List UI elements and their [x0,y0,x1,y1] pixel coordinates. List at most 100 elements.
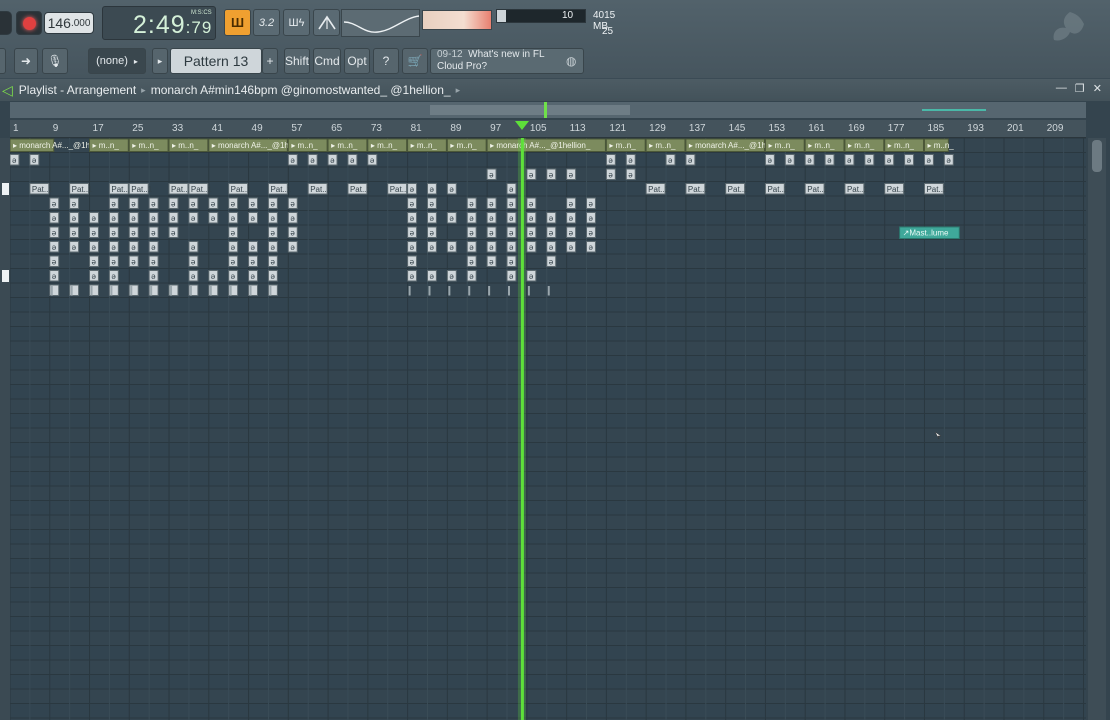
pattern-clip-label: ǝ [509,200,514,209]
pattern-clip-label: Pat..1 [32,185,53,194]
opt-key-button[interactable]: Opt [344,48,370,74]
pattern-clip-label: ǝ [151,229,156,238]
pattern-clip-label: Pat..1 [310,185,331,194]
cpu-meter-fill [497,10,506,22]
note-tick [130,286,133,296]
audio-clip-label: ▸ m..n_ [411,141,438,150]
record-button[interactable] [16,11,42,35]
cart-icon[interactable]: 🛒 [402,48,428,74]
pattern-clip-label: ǝ [469,229,474,238]
record-icon [22,16,36,30]
pattern-clip-label: ǝ [171,200,176,209]
pattern-clip-label: ǝ [549,171,554,180]
pattern-clip-label: ǝ [72,243,77,252]
track-select-marker[interactable] [2,269,9,282]
pattern-clip-label: ǝ [847,156,852,165]
arrangement-overview-scrollbar[interactable] [10,102,1086,118]
forward-arrow-icon[interactable]: ➜ [14,48,38,74]
ruler-tick: 73 [370,123,382,134]
clock-format-label: M:S:CS [191,10,212,16]
ruler-tick: 25 [132,123,144,134]
playlist-icon: ◁ [2,81,13,98]
pattern-clip-label: ǝ [469,258,474,267]
pattern-prev-icon[interactable]: ▸ [152,48,168,74]
ruler-tick: 113 [569,123,586,134]
pattern-clip-label: ǝ [529,272,534,281]
pattern-clip-label: ǝ [270,243,275,252]
tempo-display[interactable]: 146.000 [44,12,94,34]
playlist-titlebar[interactable]: ◁ Playlist - Arrangement ▸ monarch A#min… [0,79,1110,101]
pattern-clip-label: ǝ [410,185,415,194]
timeline-ruler[interactable]: 1 9 17 25 33 41 49 57 65 73 81 89 97 105 113 121 129 137 1… [10,120,1086,138]
pattern-clip-label: ǝ [410,258,415,267]
breadcrumb-arrow-icon: ▸ [455,84,461,95]
microphone-icon[interactable]: 🎙 [42,48,68,74]
close-icon[interactable]: ✕ [1093,82,1102,95]
maximize-icon[interactable]: ❐ [1075,82,1085,95]
help-icon[interactable]: ? [373,48,399,74]
pattern-clip-label: ǝ [569,200,574,209]
ruler-tick: 201 [1007,123,1024,134]
pattern-clip-label: ǝ [231,229,236,238]
pattern-clip-label: ǝ [827,156,832,165]
pattern-clip-label: Pat..1 [767,185,788,194]
pattern-clip-label: ǝ [32,156,37,165]
song-position-clock[interactable]: 2:49:79 M:S:CS [102,6,216,40]
note-tick [488,286,491,296]
pattern-clip-label: ǝ [887,156,892,165]
pattern-clip-label: ǝ [12,156,17,165]
pattern-clip-label: ǝ [270,214,275,223]
tool-wave-button[interactable]: Шϟ [283,9,310,36]
add-pattern-button[interactable]: + [262,48,278,74]
pattern-clip-label: ǝ [111,272,116,281]
ruler-tick: 209 [1046,123,1064,134]
back-button[interactable] [0,48,6,74]
vertical-scroll-thumb[interactable] [1092,140,1102,172]
pattern-clip-label: Pat..1 [231,185,252,194]
pattern-clip-label: ǝ [608,171,613,180]
playhead-line [520,138,524,720]
tool-3-2-button[interactable]: 3.2 [253,9,280,36]
ruler-tick: 65 [331,123,343,134]
note-tick [269,286,272,296]
pattern-clip-label: ǝ [131,214,136,223]
news-date: 09-12 [437,49,463,60]
pattern-clip-label: ǝ [529,243,534,252]
snap-select[interactable]: (none) ▸ [88,48,146,74]
audio-clip-label: ▸ m..n_ [927,141,954,150]
metronome-icon[interactable] [313,9,340,36]
pattern-clip-label: ǝ [251,258,256,267]
shift-key-button[interactable]: Shift [284,48,310,74]
pattern-clip-label: ǝ [171,214,176,223]
pattern-clip-label: ǝ [52,229,57,238]
pattern-clip-label: ǝ [509,214,514,223]
track-select-marker[interactable] [2,182,9,195]
ruler-tick: 161 [808,123,825,134]
pattern-clip-label: ǝ [946,156,951,165]
vertical-scrollbar[interactable] [1088,138,1106,720]
pattern-clip-label: ǝ [628,171,633,180]
globe-icon[interactable]: ◍ [566,54,576,68]
pattern-clip-label: ǝ [509,185,514,194]
pattern-clip-label: ǝ [509,243,514,252]
ruler-tick: 137 [688,123,706,134]
audio-clip-label: ▸ m..n_ [371,141,398,150]
note-tick [90,286,93,296]
playlist-grid[interactable]: ▸ monarch A#..._@1hellion_ ▸ m..n_ ▸ m..n_… [10,138,1086,720]
pattern-clip-label: ǝ [489,243,494,252]
ruler-tick: 41 [211,123,223,134]
news-panel[interactable]: 09-12 What's new in FL Cloud Pro? [430,48,584,74]
cmd-key-button[interactable]: Cmd [313,48,341,74]
playhead-marker-icon[interactable] [514,121,529,131]
pattern-clip-label: ǝ [231,258,236,267]
minimize-icon[interactable]: — [1056,82,1067,95]
pattern-clip-label: ǝ [370,156,375,165]
note-tick [428,286,431,296]
pattern-song-mode-button[interactable]: Ш [224,9,251,36]
pattern-clip-label: ǝ [270,272,275,281]
ruler-tick: 145 [728,123,746,134]
play-button[interactable] [0,11,12,35]
pattern-clip-label: ǝ [52,200,57,209]
pattern-clip-label: ǝ [489,200,494,209]
pattern-selector[interactable]: Pattern 13 [170,48,262,74]
